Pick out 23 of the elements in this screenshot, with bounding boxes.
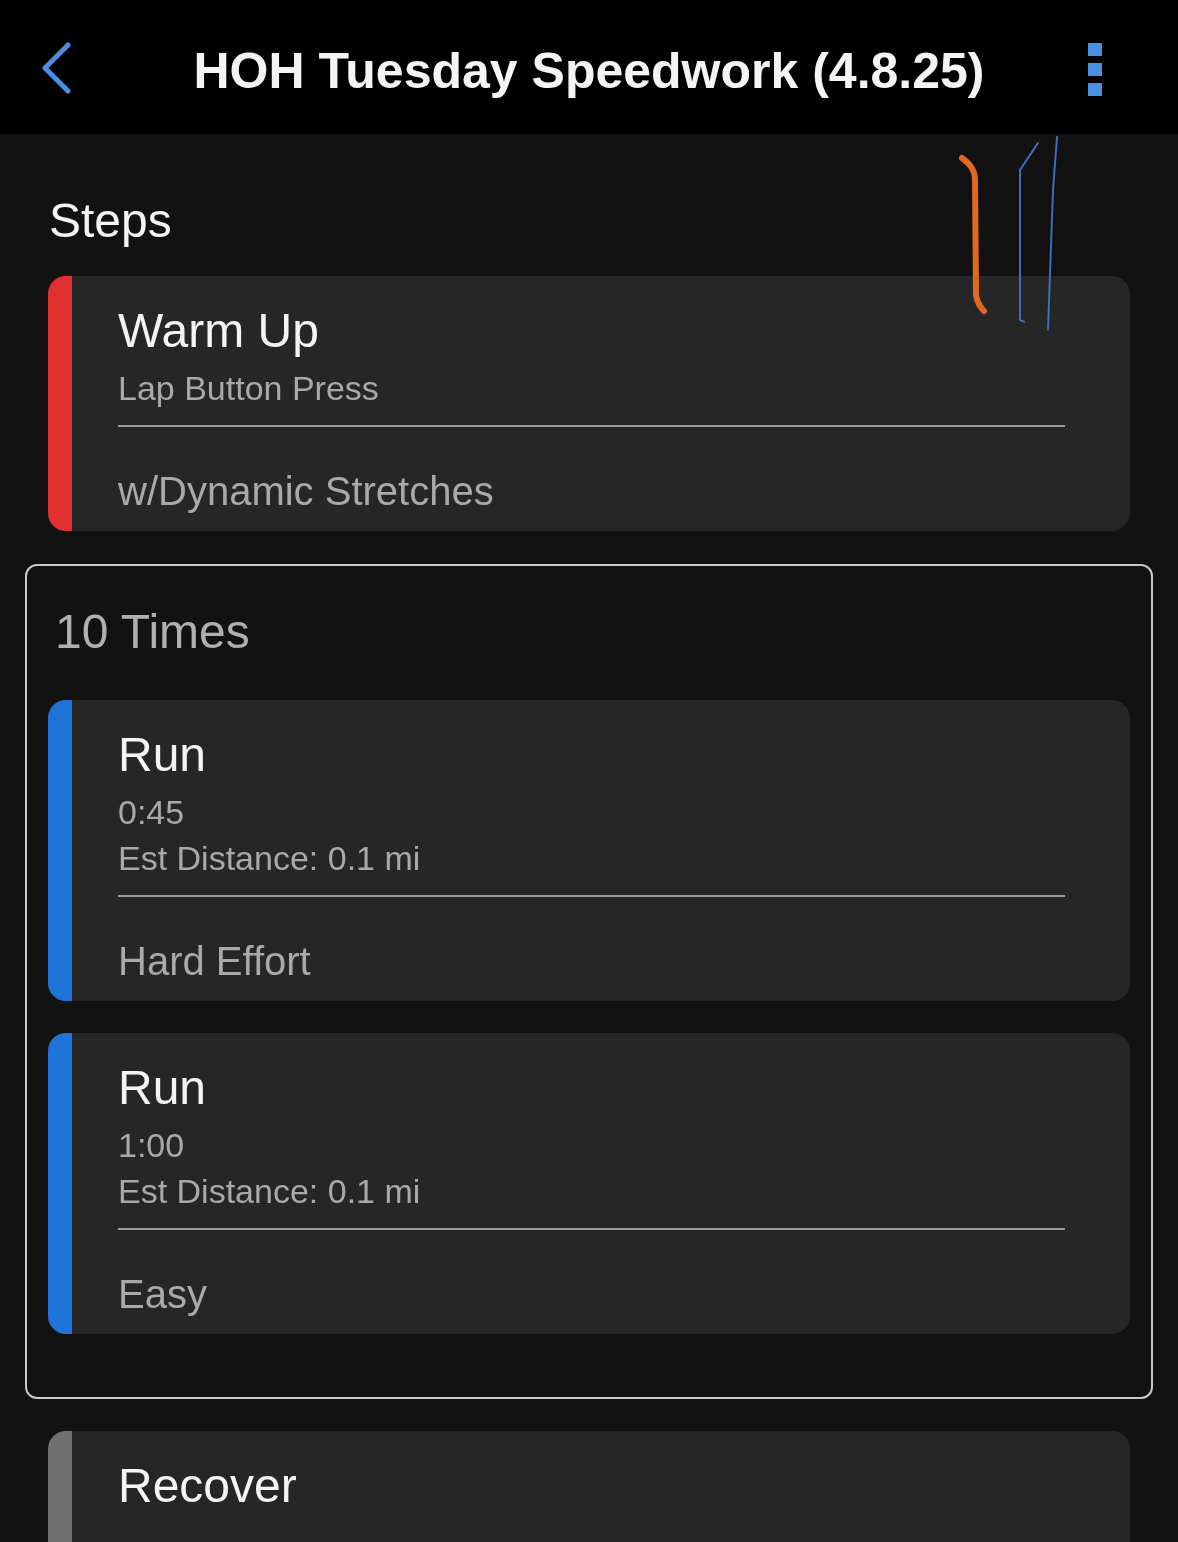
page-title: HOH Tuesday Speedwork (4.8.25) (193, 42, 985, 99)
step-card[interactable]: Run 0:45 Est Distance: 0.1 mi Hard Effort (48, 700, 1130, 1001)
step-title: Warm Up (118, 303, 319, 359)
repeat-count: 10 Times (55, 604, 250, 660)
step-title: Run (118, 727, 207, 783)
step-title: Recover (118, 1458, 297, 1514)
more-icon (1088, 42, 1102, 96)
section-title: Steps (49, 193, 172, 249)
step-note: w/Dynamic Stretches (118, 468, 494, 514)
step-card[interactable]: Recover (48, 1431, 1130, 1542)
back-icon (40, 42, 72, 94)
step-detail: 0:45 (118, 792, 185, 833)
step-detail: Est Distance: 0.1 mi (118, 838, 421, 879)
step-title: Run (118, 1060, 207, 1116)
step-card[interactable]: Run 1:00 Est Distance: 0.1 mi Easy (48, 1033, 1130, 1334)
more-button[interactable] (1088, 42, 1102, 96)
step-detail: 1:00 (118, 1125, 185, 1166)
step-note: Hard Effort (118, 938, 311, 984)
step-note: Easy (118, 1271, 207, 1317)
back-button[interactable] (40, 42, 72, 94)
step-card[interactable]: Warm Up Lap Button Press w/Dynamic Stretches (48, 276, 1130, 531)
step-detail: Est Distance: 0.1 mi (118, 1171, 421, 1212)
step-detail: Lap Button Press (118, 368, 379, 409)
